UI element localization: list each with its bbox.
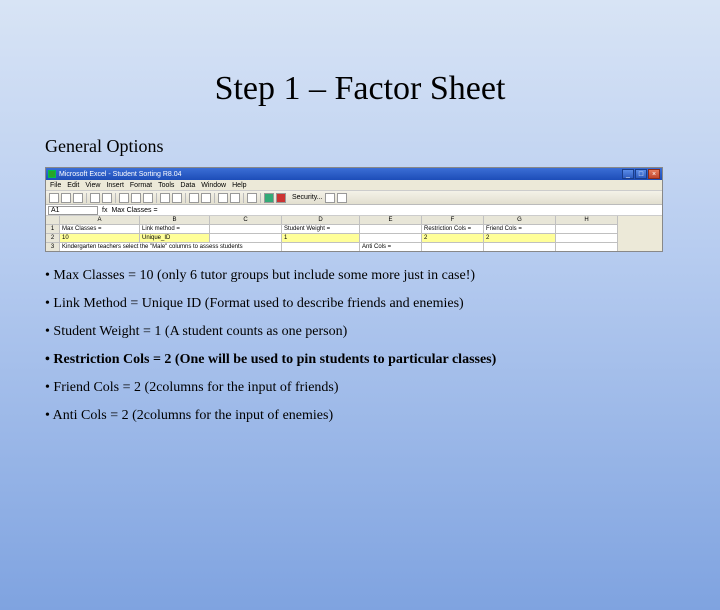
bullet-item: Link Method = Unique ID (Format used to … — [45, 296, 720, 312]
record-icon — [276, 193, 286, 203]
cell — [360, 234, 422, 243]
cell: Restriction Cols = — [422, 225, 484, 234]
play-icon — [264, 193, 274, 203]
cell — [360, 225, 422, 234]
save-icon — [73, 193, 83, 203]
cell: 2 — [484, 234, 556, 243]
excel-title-text: Microsoft Excel - Student Sorting R8.04 — [59, 171, 182, 178]
menu-item: Data — [180, 182, 195, 189]
preview-icon — [102, 193, 112, 203]
paste-icon — [143, 193, 153, 203]
col-header: D — [282, 216, 360, 225]
menu-item: Tools — [158, 182, 174, 189]
fx-label: fx — [102, 207, 107, 214]
cell: Anti Cols = — [360, 243, 422, 252]
print-icon — [90, 193, 100, 203]
menu-item: Window — [201, 182, 226, 189]
vba-icon — [337, 193, 347, 203]
menu-item: View — [85, 182, 100, 189]
excel-menubar: File Edit View Insert Format Tools Data … — [46, 180, 662, 191]
cell — [556, 243, 618, 252]
macro-icon — [325, 193, 335, 203]
excel-toolbar: Security... — [46, 191, 662, 205]
cell: Link method = — [140, 225, 210, 234]
formula-bar: A1 fx Max Classes = — [46, 205, 662, 216]
close-icon: × — [648, 169, 660, 179]
cell-reference: A1 — [48, 206, 98, 215]
cell: Student Weight = — [282, 225, 360, 234]
bullet-item: Restriction Cols = 2 (One will be used t… — [45, 352, 720, 368]
cell: Max Classes = — [60, 225, 140, 234]
redo-icon — [172, 193, 182, 203]
slide-title: Step 1 – Factor Sheet — [0, 70, 720, 108]
cell — [556, 225, 618, 234]
row-header: 2 — [46, 234, 60, 243]
open-icon — [61, 193, 71, 203]
undo-icon — [160, 193, 170, 203]
menu-item: Edit — [67, 182, 79, 189]
cell — [422, 243, 484, 252]
col-header: F — [422, 216, 484, 225]
help-icon — [247, 193, 257, 203]
security-label: Security... — [292, 194, 323, 201]
excel-screenshot: Microsoft Excel - Student Sorting R8.04 … — [45, 167, 663, 252]
cell — [210, 234, 282, 243]
cell — [484, 243, 556, 252]
excel-titlebar: Microsoft Excel - Student Sorting R8.04 … — [46, 168, 662, 180]
col-header: G — [484, 216, 556, 225]
bullet-list: Max Classes = 10 (only 6 tutor groups bu… — [45, 268, 720, 424]
window-controls: _ □ × — [622, 169, 660, 179]
row-header: 3 — [46, 243, 60, 252]
col-header: C — [210, 216, 282, 225]
menu-item: Help — [232, 182, 246, 189]
zoom-icon — [230, 193, 240, 203]
cell: Unique_ID — [140, 234, 210, 243]
formula-value: Max Classes = — [111, 207, 157, 214]
bullet-item: Anti Cols = 2 (2columns for the input of… — [45, 408, 720, 424]
corner-cell — [46, 216, 60, 225]
excel-icon — [48, 170, 56, 178]
slide-subtitle: General Options — [45, 136, 720, 157]
bullet-item: Max Classes = 10 (only 6 tutor groups bu… — [45, 268, 720, 284]
cell: 2 — [422, 234, 484, 243]
cell: Kindergarten teachers select the "Male" … — [60, 243, 282, 252]
minimize-icon: _ — [622, 169, 634, 179]
col-header: E — [360, 216, 422, 225]
col-header: A — [60, 216, 140, 225]
menu-item: File — [50, 182, 61, 189]
sum-icon — [218, 193, 228, 203]
sort-icon — [189, 193, 199, 203]
cell: 10 — [60, 234, 140, 243]
cut-icon — [119, 193, 129, 203]
cell — [282, 243, 360, 252]
menu-item: Format — [130, 182, 152, 189]
cell: 1 — [282, 234, 360, 243]
cell — [210, 225, 282, 234]
new-icon — [49, 193, 59, 203]
row-header: 1 — [46, 225, 60, 234]
menu-item: Insert — [106, 182, 124, 189]
chart-icon — [201, 193, 211, 203]
copy-icon — [131, 193, 141, 203]
maximize-icon: □ — [635, 169, 647, 179]
col-header: H — [556, 216, 618, 225]
col-header: B — [140, 216, 210, 225]
spreadsheet-grid: A B C D E F G H 1 Max Classes = Link met… — [46, 216, 662, 252]
bullet-item: Friend Cols = 2 (2columns for the input … — [45, 380, 720, 396]
bullet-item: Student Weight = 1 (A student counts as … — [45, 324, 720, 340]
cell — [556, 234, 618, 243]
cell: Friend Cols = — [484, 225, 556, 234]
